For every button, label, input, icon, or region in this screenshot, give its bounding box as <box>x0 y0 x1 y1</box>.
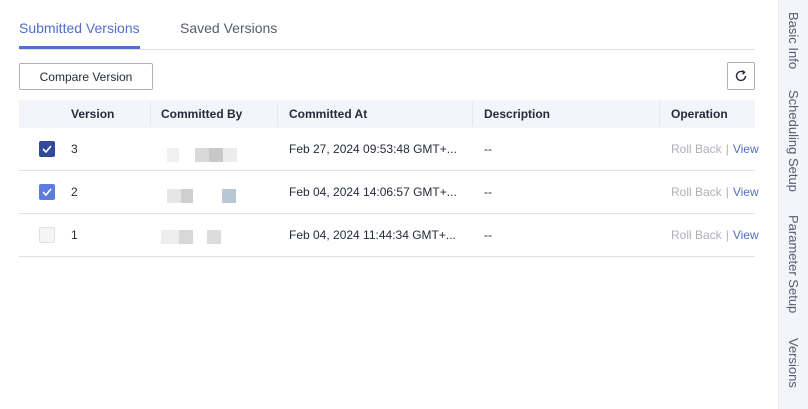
description: -- <box>484 142 492 156</box>
side-nav-scheduling-setup[interactable]: Scheduling Setup <box>786 90 801 192</box>
column-divider <box>150 102 151 126</box>
view-link[interactable]: View <box>733 142 759 156</box>
view-link[interactable]: View <box>733 185 759 199</box>
operation-divider: | <box>725 142 729 156</box>
active-tab-indicator <box>19 46 140 49</box>
version-number: 3 <box>71 142 78 156</box>
table-row: 2 Feb 04, 2024 14:06:57 GMT+... -- Roll … <box>19 171 759 214</box>
side-nav: Basic Info Scheduling Setup Parameter Se… <box>778 0 808 409</box>
table-header: Version Committed By Committed At Descri… <box>19 100 755 128</box>
column-header-committed-at: Committed At <box>289 107 368 121</box>
compare-version-button[interactable]: Compare Version <box>19 63 153 90</box>
version-number: 2 <box>71 185 78 199</box>
table-row: 3 Feb 27, 2024 09:53:48 GMT+... -- Roll … <box>19 128 759 171</box>
roll-back-link[interactable]: Roll Back <box>671 142 722 156</box>
view-link[interactable]: View <box>733 228 759 242</box>
column-divider <box>277 102 278 126</box>
side-nav-parameter-setup[interactable]: Parameter Setup <box>786 215 801 313</box>
column-header-description: Description <box>484 107 551 121</box>
versions-table: Version Committed By Committed At Descri… <box>19 100 759 257</box>
column-header-committed-by: Committed By <box>161 107 243 121</box>
operation-divider: | <box>725 185 729 199</box>
check-icon <box>42 145 52 153</box>
row-checkbox[interactable] <box>39 184 55 200</box>
operation-cell: Roll Back | View <box>671 142 759 156</box>
side-nav-basic-info[interactable]: Basic Info <box>786 12 801 69</box>
side-nav-versions[interactable]: Versions <box>786 338 801 388</box>
committed-at: Feb 04, 2024 11:44:34 GMT+... <box>289 228 456 242</box>
operation-cell: Roll Back | View <box>671 185 759 199</box>
description: -- <box>484 185 492 199</box>
versions-panel: Submitted Versions Saved Versions Compar… <box>0 0 778 409</box>
roll-back-link[interactable]: Roll Back <box>671 228 722 242</box>
row-checkbox[interactable] <box>39 141 55 157</box>
column-header-operation: Operation <box>671 107 728 121</box>
row-checkbox[interactable] <box>39 227 55 243</box>
tab-saved-versions[interactable]: Saved Versions <box>180 20 277 36</box>
committed-at: Feb 04, 2024 14:06:57 GMT+... <box>289 185 457 199</box>
column-divider <box>659 102 660 126</box>
operation-divider: | <box>725 228 729 242</box>
description: -- <box>484 228 492 242</box>
version-number: 1 <box>71 228 78 242</box>
refresh-icon <box>735 70 747 82</box>
column-divider <box>472 102 473 126</box>
table-row: 1 Feb 04, 2024 11:44:34 GMT+... -- Roll … <box>19 214 759 257</box>
roll-back-link[interactable]: Roll Back <box>671 185 722 199</box>
committed-at: Feb 27, 2024 09:53:48 GMT+... <box>289 142 457 156</box>
refresh-button[interactable] <box>727 62 755 90</box>
check-icon <box>42 188 52 196</box>
column-header-version: Version <box>71 107 115 121</box>
tab-submitted-versions[interactable]: Submitted Versions <box>19 20 140 36</box>
operation-cell: Roll Back | View <box>671 228 759 242</box>
version-tabs: Submitted Versions Saved Versions <box>19 0 755 50</box>
